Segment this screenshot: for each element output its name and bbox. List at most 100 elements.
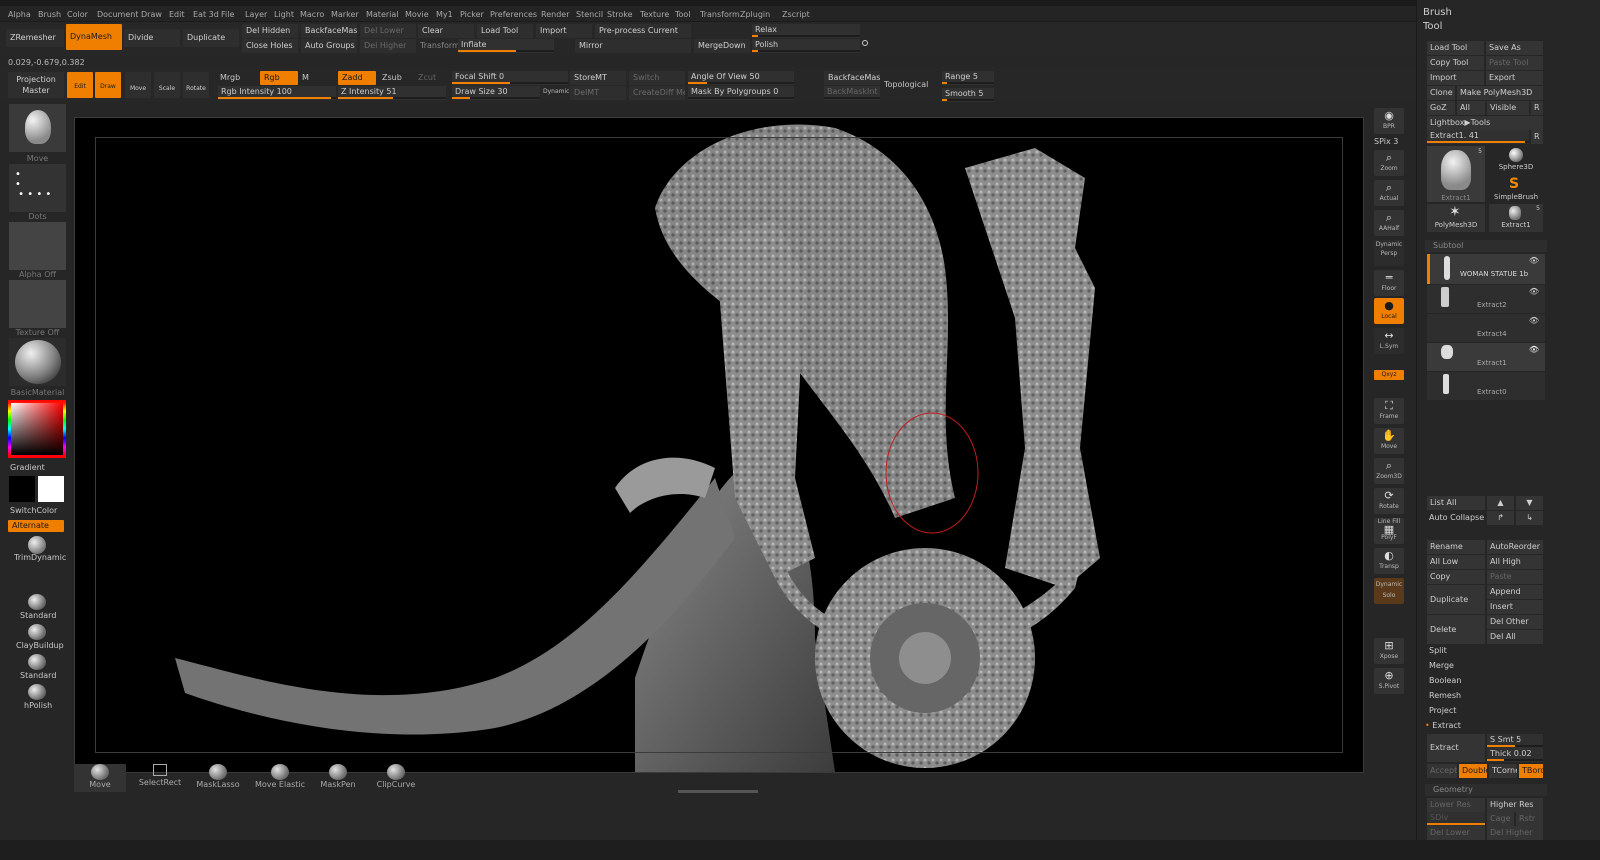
pre-process-button[interactable]: Pre-process Current: [595, 24, 691, 38]
brush-palette-header[interactable]: Brush: [1423, 6, 1452, 20]
geometry-del-higher-button[interactable]: Del Higher: [1487, 826, 1543, 840]
draw-size-slider[interactable]: Draw Size 30: [452, 86, 540, 100]
frame-button[interactable]: ⛶ Frame: [1374, 398, 1404, 424]
spix-slider[interactable]: SPix 3: [1374, 136, 1398, 148]
divide-button[interactable]: Divide: [124, 29, 180, 47]
del-hidden-button[interactable]: Del Hidden: [242, 24, 298, 38]
rotate-view-button[interactable]: ⟳ Rotate: [1374, 488, 1404, 514]
all-high-button[interactable]: All High: [1487, 555, 1543, 569]
topological-toggle[interactable]: Topological: [884, 79, 928, 91]
import-button[interactable]: Import: [536, 24, 592, 38]
arrow-down-right-icon[interactable]: ↳: [1516, 511, 1543, 525]
backface-mask-toggle[interactable]: BackfaceMask: [824, 71, 880, 85]
duplicate-subtool-button[interactable]: Duplicate: [1427, 585, 1485, 614]
backface-mask-button[interactable]: BackfaceMask: [301, 24, 357, 38]
polish-slider[interactable]: Polish: [752, 39, 860, 53]
menu-item-stencil[interactable]: Stencil: [576, 10, 603, 19]
auto-collapse-button[interactable]: Auto Collapse: [1429, 511, 1484, 525]
save-as-button[interactable]: Save As: [1486, 41, 1543, 55]
tborde-toggle[interactable]: TBorde: [1519, 764, 1543, 778]
duplicate-button[interactable]: Duplicate: [183, 29, 239, 47]
higher-res-button[interactable]: Higher Res: [1487, 798, 1543, 812]
clear-button[interactable]: Clear: [418, 24, 474, 38]
menu-item-transform[interactable]: Transform: [700, 10, 740, 19]
lsym-button[interactable]: ↔ L.Sym: [1374, 328, 1404, 354]
split-menu[interactable]: Split: [1429, 644, 1447, 658]
merge-down-button[interactable]: MergeDown: [694, 39, 750, 53]
subtool-header[interactable]: Subtool: [1425, 240, 1547, 252]
tcorne-toggle[interactable]: TCorne: [1489, 764, 1517, 778]
bottom-scroll-handle[interactable]: [678, 790, 758, 793]
auto-reorder-button[interactable]: AutoReorder: [1487, 540, 1543, 554]
auto-groups-button[interactable]: Auto Groups: [301, 39, 357, 53]
smooth-slider[interactable]: Smooth 5: [942, 88, 994, 102]
polish-toggle-icon[interactable]: [862, 40, 868, 46]
actual-button[interactable]: ⌕ Actual: [1374, 180, 1404, 206]
backmask-int-slider[interactable]: BackMaskInt: [824, 86, 880, 100]
menu-item-preferences[interactable]: Preferences: [490, 10, 537, 19]
alpha-thumb[interactable]: [9, 222, 66, 270]
zoom-button[interactable]: ⌕ Zoom: [1374, 150, 1404, 176]
move-down-icon[interactable]: ▼: [1516, 496, 1543, 510]
dynamic-toggle[interactable]: Dynamic: [543, 86, 569, 98]
lower-res-button[interactable]: Lower Res: [1427, 798, 1485, 812]
menu-item-texture[interactable]: Texture: [640, 10, 669, 19]
menu-item-draw[interactable]: Draw: [141, 10, 162, 19]
menu-item-brush[interactable]: Brush: [38, 10, 61, 19]
geometry-del-lower-button[interactable]: Del Lower: [1427, 826, 1485, 840]
tool-thumb-simplebrush[interactable]: S SimpleBrush: [1489, 176, 1543, 204]
solo-button[interactable]: Dynamic Solo: [1374, 578, 1404, 604]
append-button[interactable]: Append: [1487, 585, 1543, 599]
menu-item-tool[interactable]: Tool: [675, 10, 691, 19]
standard-brush-icon[interactable]: [28, 594, 46, 610]
menu-item-marker[interactable]: Marker: [331, 10, 359, 19]
focal-shift-slider[interactable]: Focal Shift 0: [452, 71, 568, 85]
menu-item-stroke[interactable]: Stroke: [607, 10, 633, 19]
zremesher-button[interactable]: ZRemesher: [6, 29, 64, 47]
visibility-eye-icon[interactable]: 👁: [1529, 345, 1539, 354]
move-mode-button[interactable]: Move: [125, 72, 151, 98]
menu-item-file[interactable]: File: [221, 10, 234, 19]
tool-thumb-polymesh3d[interactable]: ✶ PolyMesh3D: [1427, 204, 1485, 232]
make-polymesh-button[interactable]: Make PolyMesh3D: [1457, 86, 1543, 100]
move-view-button[interactable]: ✋ Move: [1374, 428, 1404, 454]
paste-tool-button[interactable]: Paste Tool: [1486, 56, 1543, 70]
move-brush-button[interactable]: Move: [74, 764, 126, 792]
hpolish-brush-icon[interactable]: [28, 684, 46, 700]
alternate-button[interactable]: Alternate: [8, 520, 64, 532]
main-color-swatch[interactable]: [38, 476, 64, 502]
texture-thumb[interactable]: [9, 280, 66, 328]
accept-button[interactable]: Accept: [1427, 764, 1457, 778]
projection-master-button[interactable]: Projection Master: [8, 72, 64, 98]
menu-item-my1[interactable]: My1: [436, 10, 453, 19]
del-other-button[interactable]: Del Other: [1487, 615, 1543, 629]
thick-slider[interactable]: Thick 0.02: [1487, 748, 1543, 762]
mask-pen-button[interactable]: MaskPen: [312, 764, 364, 792]
visibility-eye-icon[interactable]: 👁: [1529, 256, 1539, 265]
goz-button[interactable]: GoZ: [1427, 101, 1455, 115]
copy-tool-button[interactable]: Copy Tool: [1427, 56, 1484, 70]
zoom3d-button[interactable]: ⌕ Zoom3D: [1374, 458, 1404, 484]
subtool-item-extract1[interactable]: Extract1 👁: [1427, 343, 1545, 371]
menu-item-alpha[interactable]: Alpha: [8, 10, 31, 19]
lightbox-tools-button[interactable]: Lightbox▶Tools: [1427, 116, 1543, 130]
zadd-button[interactable]: Zadd: [338, 71, 376, 85]
relax-slider[interactable]: Relax: [752, 24, 860, 38]
subtool-item-extract4[interactable]: Extract4 👁: [1427, 314, 1545, 342]
project-menu[interactable]: Project: [1429, 704, 1456, 718]
double-toggle[interactable]: Double: [1459, 764, 1487, 778]
claybuildup-brush-icon[interactable]: [28, 624, 46, 640]
mask-lasso-button[interactable]: MaskLasso: [192, 764, 244, 792]
menu-item-zplugin[interactable]: Zplugin: [740, 10, 770, 19]
del-all-button[interactable]: Del All: [1487, 630, 1543, 644]
tool-thumb-extract1-b[interactable]: 5 Extract1: [1489, 204, 1543, 232]
load-tool-button[interactable]: Load Tool: [1427, 41, 1484, 55]
rstr-button[interactable]: Rstr: [1516, 812, 1543, 826]
move-up-icon[interactable]: ▲: [1487, 496, 1514, 510]
del-higher-button[interactable]: Del Higher: [360, 39, 416, 53]
subtool-item-extract2[interactable]: Extract2 👁: [1427, 285, 1545, 313]
store-mt-button[interactable]: StoreMT: [570, 71, 626, 85]
dynamesh-button[interactable]: DynaMesh: [66, 24, 122, 50]
extract-menu-header[interactable]: • Extract: [1425, 719, 1461, 733]
subtool-item-woman-statue[interactable]: WOMAN STATUE 1b 👁: [1427, 254, 1545, 284]
